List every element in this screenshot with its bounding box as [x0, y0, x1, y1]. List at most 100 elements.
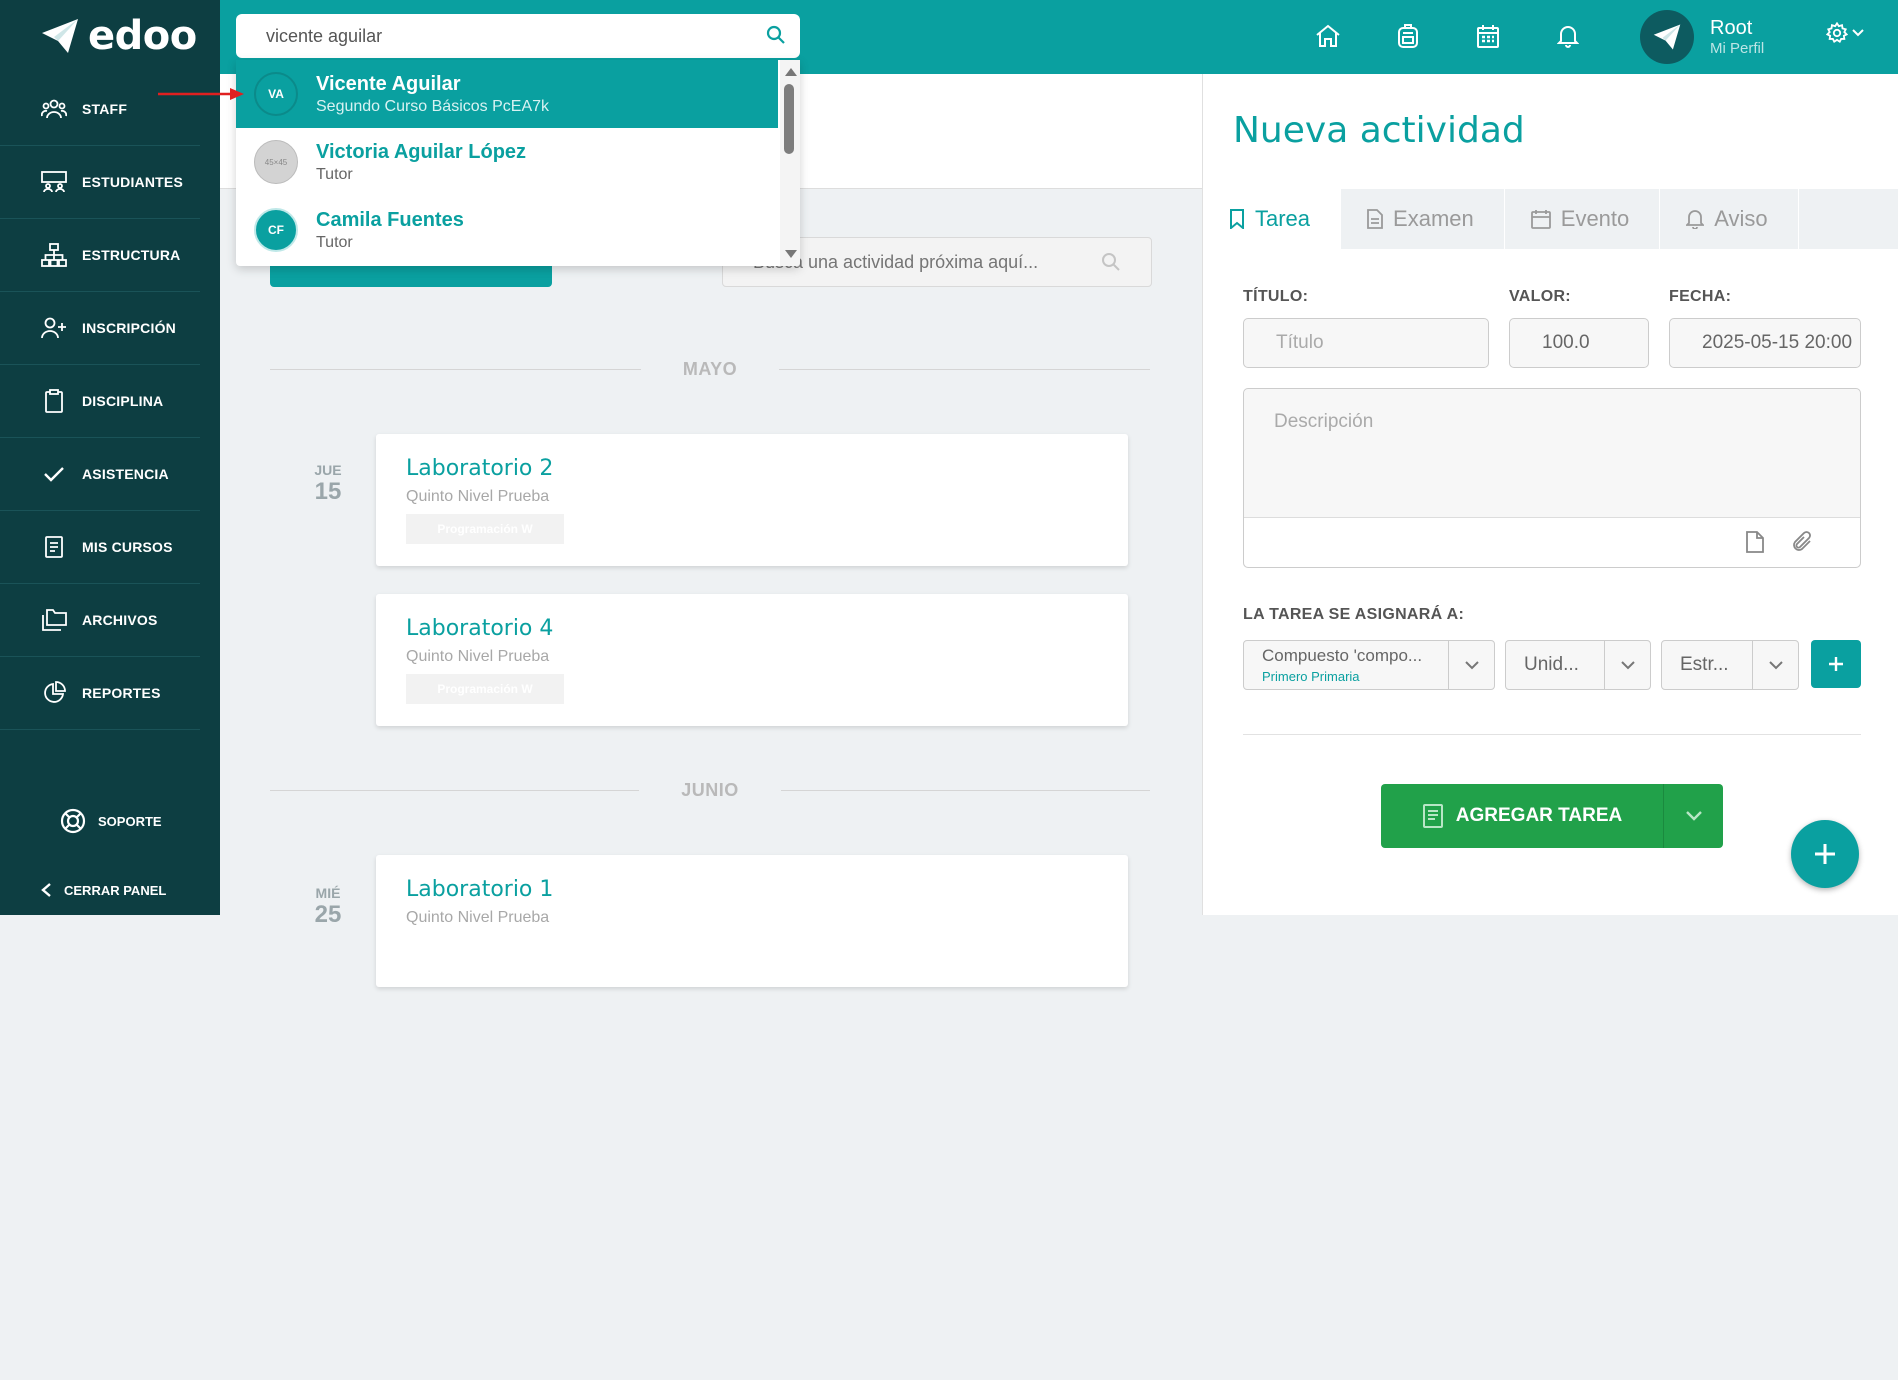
sidebar: edoo STAFF ESTUDIANTES ESTRUCTURA INSCRI…	[0, 0, 220, 915]
scroll-down-arrow[interactable]	[785, 250, 797, 258]
new-activity-panel: Nueva actividad Tarea Examen Evento Avis…	[1202, 74, 1898, 915]
sidebar-item-label: ARCHIVOS	[82, 612, 158, 628]
calendar-icon	[1477, 25, 1499, 48]
day-number: 15	[314, 478, 342, 505]
staff-icon	[40, 95, 68, 123]
search-icon[interactable]	[766, 25, 786, 45]
check-icon	[40, 460, 68, 488]
close-panel-label: CERRAR PANEL	[64, 882, 167, 898]
settings-menu[interactable]	[1826, 22, 1864, 44]
search-result-item[interactable]: CF Camila Fuentes Tutor	[236, 196, 778, 264]
add-task-options-button[interactable]	[1663, 784, 1723, 848]
date-label: FECHA:	[1669, 288, 1732, 305]
close-panel-button[interactable]: CERRAR PANEL	[40, 882, 166, 898]
sidebar-item-mis-cursos[interactable]: MIS CURSOS	[0, 511, 200, 584]
tab-evento[interactable]: Evento	[1505, 189, 1661, 249]
date-input[interactable]: 2025-05-15 20:00	[1669, 318, 1861, 368]
floating-add-button[interactable]	[1791, 820, 1859, 888]
add-task-button[interactable]: AGREGAR TAREA	[1381, 784, 1663, 848]
calendar-button[interactable]	[1470, 18, 1506, 54]
activity-title: Laboratorio 4	[406, 616, 554, 641]
result-name: Camila Fuentes	[316, 208, 464, 231]
sidebar-item-staff[interactable]: STAFF	[0, 73, 200, 146]
bookmark-icon	[1230, 209, 1244, 229]
tab-label: Aviso	[1714, 206, 1768, 231]
sidebar-item-estructura[interactable]: ESTRUCTURA	[0, 219, 200, 292]
global-search-input[interactable]	[250, 14, 750, 58]
result-subtitle: Tutor	[316, 233, 353, 251]
search-results-dropdown: VA Vicente Aguilar Segundo Curso Básicos…	[236, 60, 800, 266]
activity-title: Laboratorio 1	[406, 877, 554, 902]
day-number: 25	[314, 901, 342, 928]
paper-plane-icon	[42, 19, 78, 53]
scroll-up-arrow[interactable]	[785, 68, 797, 76]
calendar-icon	[1530, 210, 1551, 229]
sidebar-item-label: ESTRUCTURA	[82, 247, 181, 263]
activity-subtitle: Quinto Nivel Prueba	[406, 488, 550, 505]
panel-title: Nueva actividad	[1233, 110, 1525, 151]
assign-label: LA TAREA SE ASIGNARÁ A:	[1243, 606, 1465, 623]
profile-menu[interactable]: Root Mi Perfil	[1640, 10, 1764, 64]
structure-select[interactable]: Estr...	[1661, 640, 1799, 690]
backpack-button[interactable]	[1390, 18, 1426, 54]
document-icon	[1367, 209, 1383, 229]
sidebar-item-estudiantes[interactable]: ESTUDIANTES	[0, 146, 200, 219]
add-task-button-group: AGREGAR TAREA	[1381, 784, 1723, 848]
day-marker: MIÉ 25	[298, 885, 358, 929]
chevron-down-icon	[1685, 811, 1702, 821]
tab-tarea[interactable]: Tarea	[1203, 189, 1342, 249]
annotation-arrow	[158, 88, 244, 100]
sidebar-item-label: INSCRIPCIÓN	[82, 320, 176, 336]
profile-link[interactable]: Mi Perfil	[1710, 40, 1764, 57]
description-field[interactable]: Descripción	[1243, 388, 1861, 568]
description-placeholder: Descripción	[1274, 411, 1374, 432]
title-input[interactable]: Título	[1243, 318, 1489, 368]
activity-card[interactable]: Laboratorio 2 Quinto Nivel Prueba Progra…	[376, 434, 1128, 566]
paperclip-icon[interactable]	[1792, 530, 1814, 554]
bell-icon	[1557, 26, 1579, 48]
structure-select-value: Estr...	[1680, 654, 1729, 675]
sidebar-item-reportes[interactable]: REPORTES	[0, 657, 200, 730]
activity-tag: Programación W	[406, 674, 564, 704]
logo-text: edoo	[88, 13, 197, 59]
sidebar-item-label: MIS CURSOS	[82, 539, 173, 555]
month-divider: MAYO	[270, 357, 1151, 381]
search-result-item[interactable]: VA Vicente Aguilar Segundo Curso Básicos…	[236, 60, 778, 128]
gear-icon	[1826, 22, 1848, 44]
activity-card[interactable]: Laboratorio 4 Quinto Nivel Prueba Progra…	[376, 594, 1128, 726]
enroll-icon	[40, 314, 68, 342]
search-result-item[interactable]: 45×45 Victoria Aguilar López Tutor	[236, 128, 778, 196]
unit-select[interactable]: Unid...	[1505, 640, 1651, 690]
avatar: 45×45	[254, 140, 298, 184]
notifications-button[interactable]	[1550, 18, 1586, 54]
file-icon[interactable]	[1746, 531, 1764, 553]
chevron-down-icon	[1852, 29, 1864, 37]
add-task-label: AGREGAR TAREA	[1455, 805, 1623, 826]
divider	[1243, 734, 1861, 735]
plus-icon	[1815, 844, 1835, 864]
home-button[interactable]	[1310, 18, 1346, 54]
tab-examen[interactable]: Examen	[1341, 189, 1505, 249]
dropdown-scrollbar[interactable]	[780, 60, 800, 266]
sidebar-item-label: STAFF	[82, 101, 128, 117]
support-link[interactable]: SOPORTE	[60, 808, 162, 834]
sidebar-item-disciplina[interactable]: DISCIPLINA	[0, 365, 200, 438]
month-label: JUNIO	[681, 779, 739, 800]
sidebar-item-inscripcion[interactable]: INSCRIPCIÓN	[0, 292, 200, 365]
app-logo[interactable]: edoo	[40, 13, 197, 59]
chevron-down-icon	[1620, 660, 1635, 669]
sidebar-item-archivos[interactable]: ARCHIVOS	[0, 584, 200, 657]
value-input[interactable]: 100.0	[1509, 318, 1649, 368]
add-assignment-button[interactable]	[1811, 640, 1861, 688]
sidebar-item-asistencia[interactable]: ASISTENCIA	[0, 438, 200, 511]
course-select[interactable]: Compuesto 'compo... Primero Primaria	[1243, 640, 1495, 690]
result-name: Vicente Aguilar	[316, 72, 461, 95]
search-icon[interactable]	[1101, 252, 1121, 272]
course-select-value: Compuesto 'compo...	[1262, 646, 1423, 665]
global-search	[236, 14, 800, 58]
sidebar-item-label: ESTUDIANTES	[82, 174, 183, 190]
scroll-thumb[interactable]	[784, 84, 794, 154]
activity-card[interactable]: Laboratorio 1 Quinto Nivel Prueba	[376, 855, 1128, 987]
tab-aviso[interactable]: Aviso	[1660, 189, 1799, 249]
course-select-sub: Primero Primaria	[1262, 669, 1360, 684]
